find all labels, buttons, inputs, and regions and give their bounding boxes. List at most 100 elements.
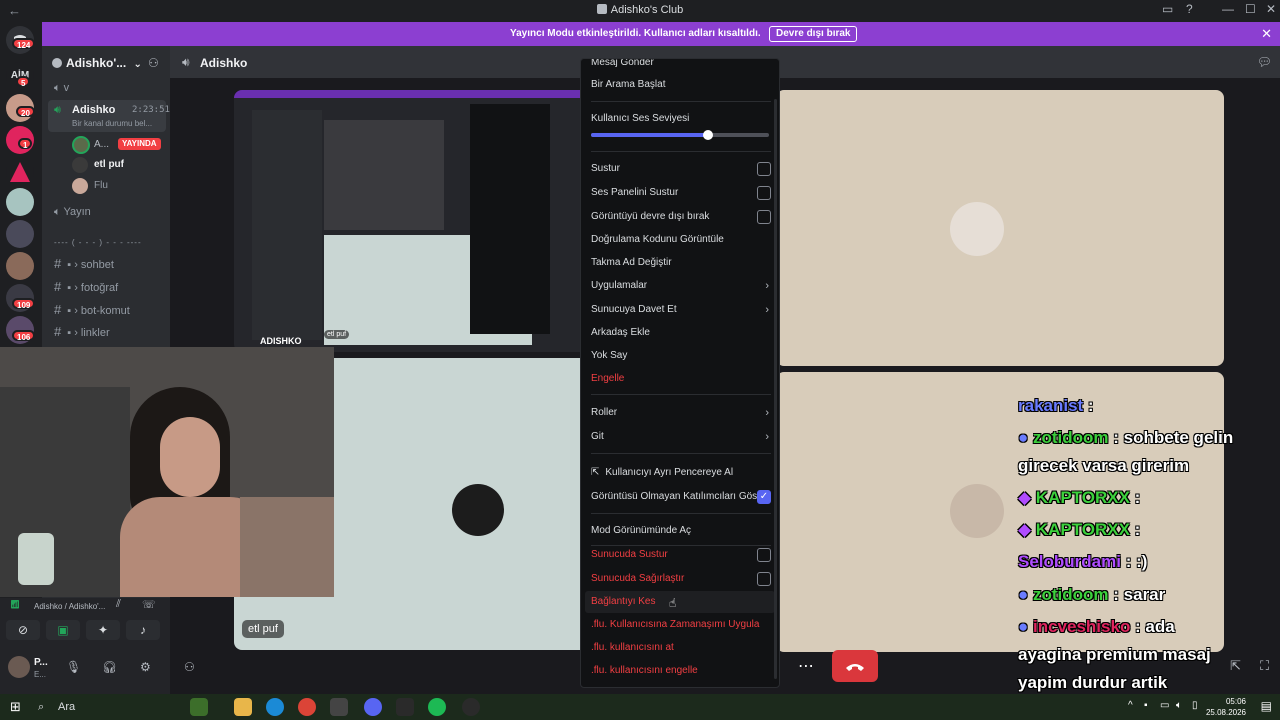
add-member-icon[interactable]: ⚇	[148, 56, 159, 70]
menu-item-start-call[interactable]: Bir Arama Başlat	[591, 75, 773, 95]
avatar[interactable]	[8, 656, 30, 678]
channel-fotograf[interactable]: # ▪︎ › fotoğraf	[54, 279, 118, 294]
volume-icon[interactable]: 🔈︎	[1176, 700, 1182, 711]
menu-item-popout-user[interactable]: ⇱ Kullanıcıyı Ayrı Pencereye Al	[591, 463, 773, 483]
member-name[interactable]: etl puf	[94, 159, 124, 170]
menu-item-kick[interactable]: .flu. kullanıcısını at	[591, 638, 773, 658]
volume-slider-track[interactable]	[591, 130, 769, 140]
member-name[interactable]: A...	[94, 139, 109, 150]
taskbar-clock[interactable]: 05:06 25.08.2026	[1206, 696, 1246, 718]
voice-channel-v[interactable]: 🔈︎ v	[54, 82, 69, 95]
channel-status[interactable]: Bir kanal durumu bel...	[72, 119, 152, 128]
checkbox[interactable]	[757, 162, 771, 176]
help-icon[interactable]: ?	[1186, 2, 1193, 16]
menu-item-show-non-video[interactable]: Görüntüsü Olmayan Katılımcıları Göster ✓	[591, 487, 773, 507]
menu-item-ignore[interactable]: Yok Say	[591, 346, 773, 366]
checkbox[interactable]	[757, 548, 771, 562]
settings-gear-icon[interactable]: ⚙	[140, 660, 151, 674]
obs-icon[interactable]	[396, 698, 414, 716]
popout-icon[interactable]: ⇱	[1230, 658, 1241, 674]
soundboard-button[interactable]: ♪	[126, 620, 160, 640]
menu-item-verification-code[interactable]: Doğrulama Kodunu Görüntüle	[591, 230, 773, 250]
menu-item-disconnect[interactable]: Bağlantıyı Kes ☝	[591, 592, 773, 612]
member-name[interactable]: Flu	[94, 180, 108, 191]
menu-item-server-deafen[interactable]: Sunucuda Sağırlaştır	[591, 569, 773, 589]
disconnect-icon[interactable]: ☏	[142, 598, 156, 611]
chat-bubble-icon[interactable]: 💬︎	[1257, 55, 1272, 69]
avatar[interactable]	[72, 157, 88, 173]
maximize-icon[interactable]: ☐	[1245, 2, 1256, 16]
discord-icon[interactable]	[364, 698, 382, 716]
voice-channel-yayin[interactable]: 🔈︎ Yayın	[54, 206, 91, 219]
checkbox[interactable]	[757, 572, 771, 586]
disable-streamer-mode-button[interactable]: Devre dışı bırak	[769, 26, 858, 42]
menu-item-block[interactable]: Engelle	[591, 369, 773, 389]
channel-sohbet[interactable]: # ▪︎ › sohbet	[54, 256, 114, 271]
activities-button[interactable]: ✦	[86, 620, 120, 640]
active-voice-channel[interactable]: 🔊︎ Adishko 2:23:51 Bir kanal durumu bel.…	[48, 100, 170, 132]
widget-icon[interactable]	[190, 698, 208, 716]
server-icon[interactable]	[6, 220, 34, 248]
menu-item-send-message[interactable]: Mesaj Gönder	[591, 59, 773, 73]
microphone-icon[interactable]: 🎙︎	[66, 660, 81, 674]
close-banner-icon[interactable]: ✕	[1261, 26, 1272, 42]
server-icon[interactable]	[6, 158, 34, 186]
avatar[interactable]	[72, 178, 88, 194]
menu-scrollbar[interactable]	[774, 99, 777, 679]
more-options-icon[interactable]: ⋯	[798, 656, 814, 676]
menu-item-invite-to-server[interactable]: Sunucuya Davet Et ›	[591, 300, 773, 320]
checkbox[interactable]	[757, 186, 771, 200]
close-icon[interactable]: ✕	[1266, 2, 1276, 16]
chrome-icon[interactable]	[298, 698, 316, 716]
video-tile[interactable]	[776, 372, 1224, 652]
battery-icon[interactable]: ▯	[1192, 700, 1198, 711]
noise-suppression-icon[interactable]: ⫽	[116, 598, 121, 611]
spotify-icon[interactable]	[428, 698, 446, 716]
volume-slider-handle[interactable]	[703, 130, 714, 140]
file-explorer-icon[interactable]	[234, 698, 252, 716]
screen-share-tile[interactable]: etl puf ADISHKO	[234, 90, 592, 352]
windows-start-icon[interactable]: ⊞	[10, 699, 21, 715]
menu-item-ban[interactable]: .flu. kullanıcısını engelle	[591, 661, 773, 681]
menu-item-open-mod-view[interactable]: Mod Görünümünde Aç	[591, 521, 773, 541]
hang-up-button[interactable]	[832, 650, 878, 682]
video-tile[interactable]	[776, 90, 1224, 366]
fullscreen-icon[interactable]: ⛶	[1260, 658, 1269, 674]
app-icon[interactable]	[330, 698, 348, 716]
menu-item-change-nickname[interactable]: Takma Ad Değiştir	[591, 253, 773, 273]
video-off-button[interactable]: ⊘	[6, 620, 40, 640]
menu-item-mute-soundboard[interactable]: Ses Panelini Sustur	[591, 183, 773, 203]
taskbar-search[interactable]: ⌕ Ara	[34, 697, 184, 717]
headphones-icon[interactable]: 🎧︎	[102, 660, 117, 674]
menu-item-go[interactable]: Git ›	[591, 427, 773, 447]
inbox-icon[interactable]: ▭	[1162, 2, 1173, 16]
checkbox-checked[interactable]: ✓	[757, 490, 771, 504]
server-name[interactable]: Adishko'... ⌄	[52, 56, 142, 70]
menu-item-apps[interactable]: Uygulamalar ›	[591, 276, 773, 296]
app-icon[interactable]	[462, 698, 480, 716]
avatar[interactable]	[72, 136, 90, 154]
category-divider[interactable]: ---- ( - - - ) - - - ----	[54, 238, 142, 247]
menu-item-roles[interactable]: Roller ›	[591, 403, 773, 423]
server-icon[interactable]	[6, 252, 34, 280]
checkbox[interactable]	[757, 210, 771, 224]
voice-connection-path[interactable]: Adishko / Adishko'...	[34, 602, 105, 611]
tray-app-icon[interactable]: ▪	[1144, 700, 1148, 711]
network-icon[interactable]: ▭	[1160, 700, 1169, 711]
user-name[interactable]: P...	[34, 657, 48, 668]
menu-item-mute[interactable]: Sustur	[591, 159, 773, 179]
menu-item-disable-video[interactable]: Görüntüyü devre dışı bırak	[591, 207, 773, 227]
tray-chevron-icon[interactable]: ^	[1128, 700, 1133, 711]
server-icon[interactable]	[6, 188, 34, 216]
edge-browser-icon[interactable]	[266, 698, 284, 716]
channel-bot-komut[interactable]: # ▪︎ › bot-komut	[54, 302, 130, 317]
signal-icon[interactable]: 📶︎	[10, 600, 20, 609]
menu-item-add-friend[interactable]: Arkadaş Ekle	[591, 323, 773, 343]
minimize-icon[interactable]: —	[1222, 2, 1234, 16]
notifications-icon[interactable]: ▤	[1261, 699, 1272, 713]
add-user-icon[interactable]: ⚇	[184, 660, 195, 674]
menu-item-server-mute[interactable]: Sunucuda Sustur	[591, 545, 773, 565]
menu-item-timeout[interactable]: .flu. Kullanıcısına Zamanaşımı Uygula	[591, 615, 773, 635]
screen-share-button[interactable]: ▣	[46, 620, 80, 640]
channel-linkler[interactable]: # ▪︎ › linkler	[54, 324, 110, 339]
